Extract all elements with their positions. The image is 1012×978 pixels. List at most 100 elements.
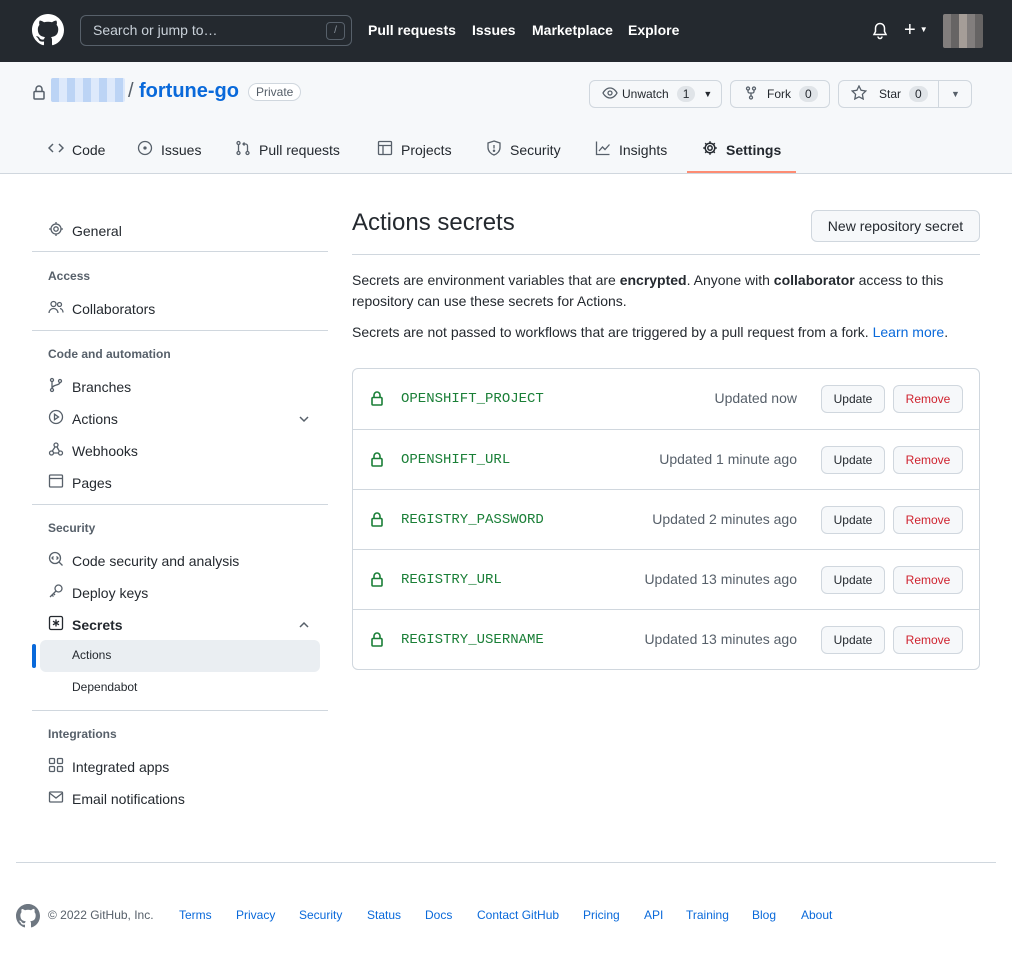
sidebar-divider — [32, 251, 328, 252]
tab-label: Projects — [401, 141, 452, 158]
chevron-down-icon: ▼ — [703, 89, 713, 99]
sidebar-item-collaborators[interactable]: Collaborators — [48, 299, 155, 318]
footer-link-api[interactable]: API — [644, 908, 663, 922]
github-mark-icon[interactable] — [16, 904, 40, 931]
nav-explore[interactable]: Explore — [628, 22, 679, 38]
play-icon — [48, 409, 64, 428]
nav-pull-requests[interactable]: Pull requests — [368, 22, 456, 38]
footer-link-training[interactable]: Training — [686, 908, 729, 922]
user-avatar[interactable] — [943, 14, 983, 48]
sidebar-item-webhooks[interactable]: Webhooks — [48, 441, 138, 460]
footer-divider — [16, 862, 996, 863]
sidebar-item-label: Secrets — [72, 616, 123, 633]
learn-more-link[interactable]: Learn more — [873, 324, 945, 340]
sidebar-item-general[interactable]: General — [48, 221, 122, 240]
tab-label: Insights — [619, 141, 668, 158]
update-button[interactable]: Update — [821, 446, 885, 474]
global-header: Search or jump to… / Pull requests Issue… — [0, 0, 1012, 62]
apps-icon — [48, 757, 64, 776]
sidebar-item-branches[interactable]: Branches — [48, 377, 131, 396]
chevron-up-icon[interactable] — [298, 618, 310, 634]
sidebar-item-pages[interactable]: Pages — [48, 473, 112, 492]
codescan-icon — [48, 551, 64, 570]
remove-button[interactable]: Remove — [893, 446, 963, 474]
footer-link-contact[interactable]: Contact GitHub — [477, 908, 559, 922]
repo-owner-avatar[interactable] — [51, 78, 125, 102]
chevron-down-icon[interactable] — [298, 412, 310, 428]
unwatch-button[interactable]: Unwatch 1 ▼ — [589, 80, 722, 108]
fork-icon — [745, 85, 757, 103]
repo-path-separator: / — [128, 80, 134, 102]
secret-updated: Updated 13 minutes ago — [644, 571, 797, 587]
secret-name: REGISTRY_USERNAME — [401, 632, 544, 648]
sidebar-heading-access: Access — [48, 269, 91, 283]
repo-name-link[interactable]: fortune-go — [139, 80, 239, 103]
search-placeholder: Search or jump to… — [93, 22, 218, 38]
create-new-icon[interactable]: + ▼ — [904, 20, 928, 40]
secret-row: REGISTRY_USERNAME Updated 13 minutes ago… — [353, 609, 979, 669]
update-button[interactable]: Update — [821, 566, 885, 594]
bell-icon[interactable] — [872, 22, 888, 43]
remove-button[interactable]: Remove — [893, 385, 963, 413]
update-button[interactable]: Update — [821, 385, 885, 413]
tab-settings[interactable]: Settings — [702, 140, 781, 159]
tab-security[interactable]: Security — [486, 140, 561, 159]
remove-button[interactable]: Remove — [893, 566, 963, 594]
chevron-down-icon[interactable]: ▼ — [951, 89, 960, 99]
mail-icon — [48, 789, 64, 808]
tab-pull-requests[interactable]: Pull requests — [235, 140, 340, 159]
people-icon — [48, 299, 64, 318]
footer-link-blog[interactable]: Blog — [752, 908, 776, 922]
update-button[interactable]: Update — [821, 626, 885, 654]
remove-button[interactable]: Remove — [893, 506, 963, 534]
star-button[interactable]: Star 0 ▼ — [838, 80, 972, 108]
asterisk-icon — [48, 615, 64, 634]
secret-row: REGISTRY_URL Updated 13 minutes ago Upda… — [353, 549, 979, 609]
gear-icon — [702, 140, 718, 159]
new-repository-secret-button[interactable]: New repository secret — [811, 210, 980, 242]
browser-icon — [48, 473, 64, 492]
footer-link-security[interactable]: Security — [299, 908, 342, 922]
sidebar-item-label: Deploy keys — [72, 584, 149, 601]
search-input[interactable]: Search or jump to… / — [80, 15, 352, 46]
footer-link-docs[interactable]: Docs — [425, 908, 452, 922]
nav-marketplace[interactable]: Marketplace — [532, 22, 613, 38]
sidebar-subitem-dependabot[interactable]: Dependabot — [72, 680, 137, 694]
tab-insights[interactable]: Insights — [595, 140, 667, 159]
sidebar-item-actions[interactable]: Actions — [48, 409, 118, 428]
sidebar-item-integrated-apps[interactable]: Integrated apps — [48, 757, 169, 776]
sidebar-item-secrets[interactable]: Secrets — [48, 615, 123, 634]
github-logo-icon[interactable] — [32, 14, 64, 49]
tab-code[interactable]: Code — [47, 140, 105, 159]
secret-updated: Updated 13 minutes ago — [644, 631, 797, 647]
footer-link-about[interactable]: About — [801, 908, 832, 922]
webhook-icon — [48, 441, 64, 460]
sidebar-item-code-security[interactable]: Code security and analysis — [48, 551, 239, 570]
footer-copyright: © 2022 GitHub, Inc. — [48, 908, 154, 922]
tab-projects[interactable]: Projects — [377, 140, 452, 159]
lock-icon — [371, 512, 383, 530]
footer-link-terms[interactable]: Terms — [179, 908, 212, 922]
sidebar-item-label: Integrated apps — [72, 758, 170, 775]
footer-link-privacy[interactable]: Privacy — [236, 908, 275, 922]
update-button[interactable]: Update — [821, 506, 885, 534]
tab-label: Issues — [161, 141, 202, 158]
nav-issues[interactable]: Issues — [472, 22, 516, 38]
sidebar-item-email-notifications[interactable]: Email notifications — [48, 789, 185, 808]
sidebar-selected-indicator — [32, 644, 36, 668]
secret-name: REGISTRY_URL — [401, 572, 502, 588]
lock-icon — [371, 452, 383, 470]
fork-button[interactable]: Fork 0 — [730, 80, 830, 108]
tab-issues[interactable]: Issues — [137, 140, 201, 159]
visibility-badge: Private — [248, 83, 302, 101]
remove-button[interactable]: Remove — [893, 626, 963, 654]
sidebar-subitem-actions[interactable]: Actions — [72, 648, 111, 662]
page-title: Actions secrets — [352, 209, 515, 236]
secrets-list: OPENSHIFT_PROJECT Updated now Update Rem… — [352, 368, 980, 670]
code-icon — [47, 140, 65, 159]
issue-icon — [137, 140, 153, 159]
sidebar-item-deploy-keys[interactable]: Deploy keys — [48, 583, 148, 602]
footer-link-pricing[interactable]: Pricing — [583, 908, 620, 922]
tab-label: Pull requests — [259, 141, 340, 158]
footer-link-status[interactable]: Status — [367, 908, 401, 922]
